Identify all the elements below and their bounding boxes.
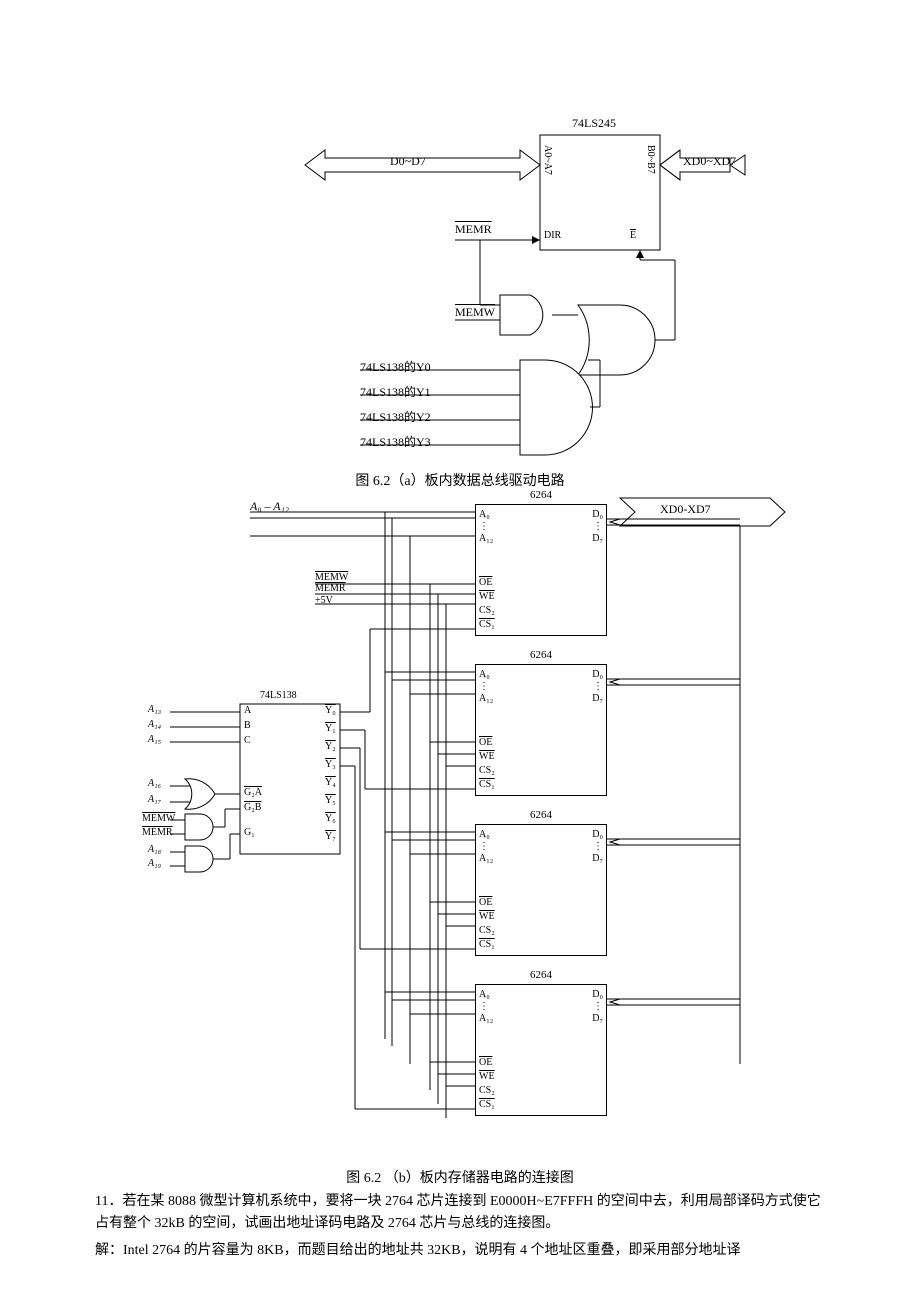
solution-prefix: 解：	[95, 1243, 123, 1258]
caption-a: 图 6.2（a）板内数据总线驱动电路	[95, 470, 825, 490]
chip-label: 74LS245	[572, 116, 616, 131]
diagram-b: A₀ – A₁₂ XD0-XD7 MEMW MEMR +5V 74LS138 A…	[130, 494, 790, 1159]
port-a: A0~A7	[542, 145, 553, 175]
solution-body: Intel 2764 的片容量为 8KB，而题目给出的地址共 32KB，说明有 …	[123, 1243, 741, 1258]
problem-body: 若在某 8088 微型计算机系统中，要将一块 2764 芯片连接到 E0000H…	[95, 1194, 821, 1231]
solution-text: 解：Intel 2764 的片容量为 8KB，而题目给出的地址共 32KB，说明…	[95, 1240, 825, 1262]
port-b: B0~B7	[645, 145, 656, 174]
y0-label: 74LS138的Y0	[360, 358, 431, 375]
problem-number: 11．	[95, 1194, 122, 1209]
caption-b: 图 6.2 （b）板内存储器电路的连接图	[95, 1167, 825, 1187]
y1-label: 74LS138的Y1	[360, 383, 431, 400]
bus-right: XD0~XD7	[683, 154, 736, 169]
memw-label: MEMW	[455, 305, 495, 320]
problem-text: 11．若在某 8088 微型计算机系统中，要将一块 2764 芯片连接到 E00…	[95, 1191, 825, 1236]
diagram-a: 74LS245 A0~A7 B0~B7 DIR E D0~D7 XD0~XD7 …	[200, 110, 720, 460]
y3-label: 74LS138的Y3	[360, 433, 431, 450]
pin-e: E	[630, 230, 636, 241]
pin-dir: DIR	[544, 230, 561, 241]
bus-left: D0~D7	[390, 154, 426, 169]
memr-label: MEMR	[455, 222, 492, 237]
y2-label: 74LS138的Y2	[360, 408, 431, 425]
diagram-b-conn	[130, 494, 790, 1159]
diagram-a-svg	[200, 110, 720, 460]
